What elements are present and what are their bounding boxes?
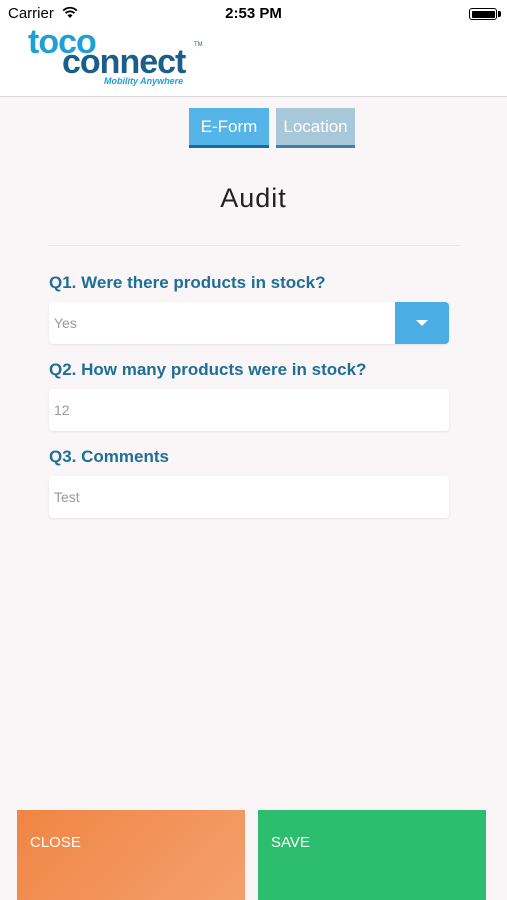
battery-tip xyxy=(498,11,501,17)
question-3-value: Test xyxy=(54,489,80,505)
chevron-down-icon xyxy=(416,320,428,326)
question-3-label: Q3. Comments xyxy=(49,447,169,466)
close-button[interactable]: CLOSE xyxy=(17,810,245,900)
logo-tagline: Mobility Anywhere xyxy=(104,76,184,86)
tab-eform[interactable]: E-Form xyxy=(189,108,269,148)
form-title: Audit xyxy=(220,183,287,213)
dropdown-toggle-button[interactable] xyxy=(395,302,449,344)
question-1-value: Yes xyxy=(54,315,77,331)
tab-bar: E-Form Location xyxy=(0,108,507,148)
battery-icon xyxy=(469,8,497,20)
save-button[interactable]: SAVE xyxy=(258,810,486,900)
question-1-dropdown[interactable]: Yes xyxy=(49,302,449,344)
toco-connect-logo: toco connect TM Mobility Anywhere xyxy=(20,23,225,94)
status-time: 2:53 PM xyxy=(225,5,282,22)
close-button-label: CLOSE xyxy=(30,834,81,851)
question-3-input[interactable]: Test xyxy=(49,476,449,518)
save-button-label: SAVE xyxy=(271,834,310,851)
tab-location[interactable]: Location xyxy=(276,108,355,148)
logo-trademark: TM xyxy=(194,42,203,48)
question-2-label: Q2. How many products were in stock? xyxy=(49,360,367,379)
title-divider xyxy=(48,245,460,246)
question-1-label: Q1. Were there products in stock? xyxy=(49,273,326,292)
question-2-value: 12 xyxy=(54,402,70,418)
app-header: toco connect TM Mobility Anywhere xyxy=(0,23,507,97)
question-2-input[interactable]: 12 xyxy=(49,389,449,431)
